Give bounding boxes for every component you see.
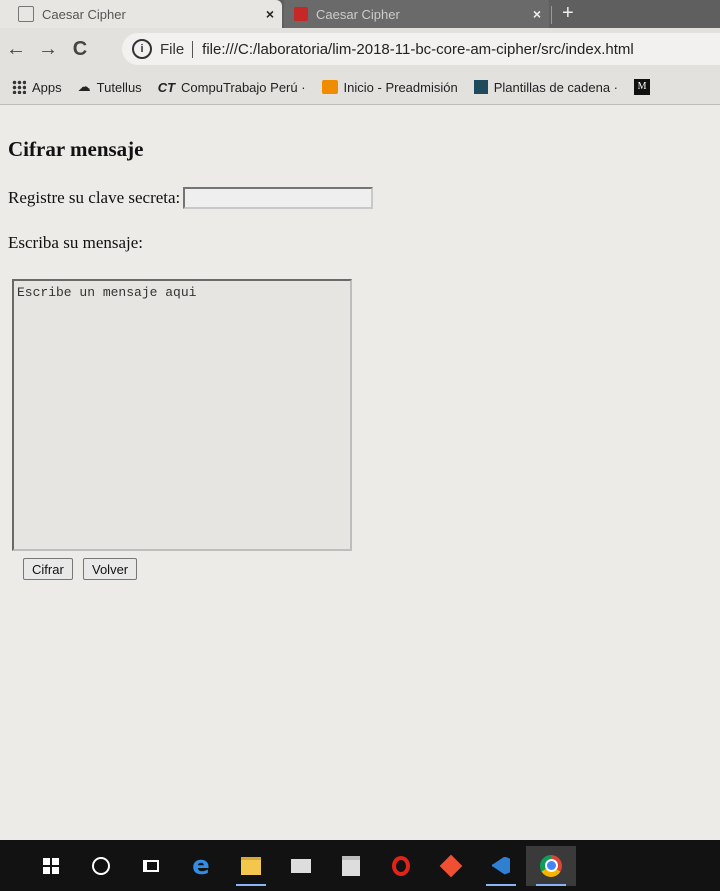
task-view-icon xyxy=(143,859,159,872)
edge-button[interactable]: e xyxy=(176,846,226,886)
git-icon xyxy=(439,854,463,877)
tab-caesar-cipher-active[interactable]: Caesar Cipher × xyxy=(0,0,282,28)
reload-button[interactable]: C xyxy=(64,38,96,61)
bookmark-label: CompuTrabajo Perú · xyxy=(181,79,306,95)
close-tab-icon[interactable]: × xyxy=(525,6,549,22)
back-button[interactable]: ← xyxy=(0,38,32,61)
secret-key-input[interactable] xyxy=(183,187,374,209)
page-icon xyxy=(18,6,34,22)
bookmark-m[interactable]: M xyxy=(634,79,656,95)
opera-button[interactable] xyxy=(376,846,426,886)
url-text[interactable]: file:///C:/laboratoria/lim-2018-11-bc-co… xyxy=(202,41,634,58)
tab-caesar-cipher[interactable]: Caesar Cipher × xyxy=(284,0,549,28)
tab-title: Caesar Cipher xyxy=(42,6,126,22)
running-indicator xyxy=(536,883,566,886)
bookmark-label: Tutellus xyxy=(96,79,142,95)
message-textarea[interactable] xyxy=(12,279,352,551)
tab-title: Caesar Cipher xyxy=(316,6,400,22)
vscode-icon xyxy=(492,856,510,875)
bookmark-computrabajo[interactable]: CT CompuTrabajo Perú · xyxy=(158,80,306,95)
file-explorer-icon xyxy=(241,856,261,875)
bookmark-preadmision[interactable]: Inicio - Preadmisión xyxy=(321,79,458,95)
mail-icon xyxy=(291,858,311,873)
mail-button[interactable] xyxy=(276,846,326,886)
message-label: Escriba su mensaje: xyxy=(8,233,144,252)
page-title: Cifrar mensaje xyxy=(8,137,144,161)
edge-icon: e xyxy=(192,850,210,881)
m-icon: M xyxy=(634,79,651,95)
tutellus-icon: ☁ xyxy=(77,79,91,94)
git-button[interactable] xyxy=(426,846,476,886)
close-tab-icon[interactable]: × xyxy=(258,6,282,22)
bookmark-tutellus[interactable]: ☁ Tutellus xyxy=(78,79,142,95)
key-label: Registre su clave secreta: xyxy=(8,188,181,207)
browser-toolbar: ← → C i File file:///C:/laboratoria/lim-… xyxy=(0,28,720,70)
apps-grid-icon xyxy=(12,80,26,94)
bookmark-label: Apps xyxy=(32,79,62,95)
running-indicator xyxy=(236,883,266,886)
cortana-icon xyxy=(92,856,110,875)
computrabajo-icon: CT xyxy=(157,79,176,95)
page-content: Cifrar mensaje Registre su clave secreta… xyxy=(0,105,720,840)
running-indicator xyxy=(486,883,516,886)
bookmark-apps[interactable]: Apps xyxy=(12,80,62,95)
tab-divider xyxy=(551,6,552,24)
tab-strip: Caesar Cipher × Caesar Cipher × + xyxy=(0,0,720,28)
url-scheme-label: File xyxy=(160,40,194,58)
store-icon xyxy=(342,855,360,876)
chrome-button[interactable] xyxy=(526,845,576,886)
info-icon[interactable]: i xyxy=(132,39,152,59)
file-explorer-button[interactable] xyxy=(226,846,276,886)
favicon-icon xyxy=(294,7,308,21)
windows-start-icon xyxy=(43,857,59,874)
back-page-button[interactable]: Volver xyxy=(83,558,138,580)
store-button[interactable] xyxy=(326,846,376,886)
task-view-button[interactable] xyxy=(126,846,176,886)
new-tab-button[interactable]: + xyxy=(562,2,574,25)
bookmark-plantillas[interactable]: Plantillas de cadena · xyxy=(473,79,619,95)
vscode-button[interactable] xyxy=(476,846,526,886)
chrome-icon xyxy=(540,854,562,877)
plantillas-icon xyxy=(473,80,488,94)
taskbar: e xyxy=(0,840,720,891)
bookmarks-bar: Apps ☁ Tutellus CT CompuTrabajo Perú · I… xyxy=(0,70,720,105)
address-bar[interactable]: i File file:///C:/laboratoria/lim-2018-1… xyxy=(122,33,720,65)
forward-button[interactable]: → xyxy=(32,38,64,61)
key-row: Registre su clave secreta: xyxy=(8,187,374,209)
cortana-button[interactable] xyxy=(76,846,126,886)
cipher-button[interactable]: Cifrar xyxy=(23,558,73,580)
preadmision-icon xyxy=(321,80,338,94)
bookmark-label: Plantillas de cadena · xyxy=(493,79,619,95)
start-button[interactable] xyxy=(26,846,76,886)
opera-icon xyxy=(392,855,410,876)
bookmark-label: Inicio - Preadmisión xyxy=(343,79,458,95)
